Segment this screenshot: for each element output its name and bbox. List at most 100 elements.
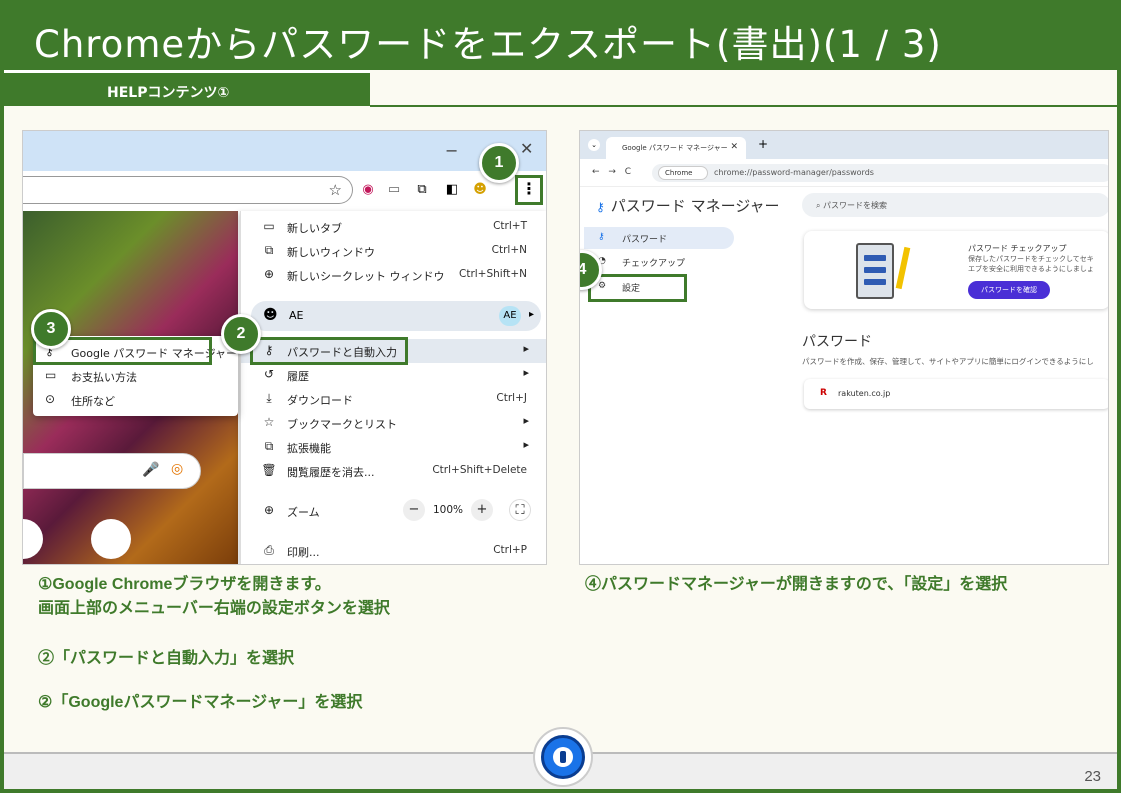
menu-item-new-window[interactable]: ⧉ 新しいウィンドウ Ctrl+N — [241, 239, 546, 263]
site-label: rakuten.co.jp — [838, 389, 891, 398]
menu-item-label: 履歴 — [287, 370, 309, 383]
menu-item-zoom: ⊕ ズーム − 100% + ⛶ — [241, 499, 546, 525]
checkup-text-line: 保存したパスワードをチェックしてセキ — [968, 255, 1094, 263]
menu-item-downloads[interactable]: ⤓ ダウンロード Ctrl+J — [241, 387, 546, 411]
address-row: ← → C Chrome chrome://password-manager/p… — [580, 159, 1108, 187]
profile-avatar-icon: ☻ — [263, 307, 278, 323]
submenu-item-payment-methods[interactable]: ▭ お支払い方法 — [33, 364, 238, 388]
slide-title: Chromeからパスワードをエクスポート(書出)(1 / 3) — [34, 23, 942, 66]
menu-profile-row[interactable]: ☻ AE AE ▸ — [251, 301, 541, 331]
highlight-step-4 — [588, 274, 687, 302]
callout-3: 3 — [31, 309, 71, 349]
address-bar[interactable]: ☆ — [23, 176, 353, 204]
new-tab-button[interactable]: + — [758, 137, 768, 151]
callout-2: 2 — [221, 314, 261, 354]
chrome-titlebar: − ✕ — [23, 131, 546, 171]
tab-title: Google パスワード マネージャー — [622, 144, 728, 152]
key-icon: ⚷ — [598, 232, 605, 242]
site-favicon-icon: R — [820, 388, 827, 398]
menu-item-shortcut: Ctrl+J — [496, 392, 527, 404]
shortcut-tile[interactable] — [91, 519, 131, 559]
url-text: chrome://password-manager/passwords — [714, 168, 874, 177]
checkup-title: パスワード チェックアップ — [968, 244, 1067, 253]
checkup-text: 保存したパスワードをチェックしてセキ エブを安全に利用できるようにしましょ — [968, 254, 1108, 274]
puzzle-icon[interactable]: ⧉ — [412, 179, 432, 201]
page-number: 23 — [1084, 768, 1101, 785]
lens-icon[interactable]: ◎ — [171, 461, 183, 477]
menu-item-clear-history[interactable]: 🗑 閲覧履歴を消去... Ctrl+Shift+Delete — [241, 459, 546, 483]
check-passwords-button[interactable]: パスワードを確認 — [968, 281, 1050, 299]
zoom-in-button[interactable]: + — [471, 499, 493, 521]
mic-icon[interactable]: 🎤 — [142, 462, 159, 478]
chevron-right-icon: ▸ — [523, 414, 529, 427]
profile-avatar-icon[interactable]: ☻ — [470, 179, 490, 201]
app-logo-icon — [533, 727, 593, 787]
password-search-input[interactable]: ⌕ パスワードを検索 — [802, 193, 1108, 217]
chrome-menu-screenshot: − ✕ ☆ ◉ ▭ ⧉ ◧ ☻ ⋮ 🎤 ◎ ▭ 新しいタブ Ctrl+T ⧉ 新… — [22, 130, 547, 565]
instruction-step-3: ②「Googleパスワードマネージャー」を選択 — [38, 694, 363, 711]
zoom-value: 100% — [433, 504, 464, 516]
close-icon[interactable]: ✕ — [730, 142, 738, 152]
menu-item-incognito[interactable]: ⊕ 新しいシークレット ウィンドウ Ctrl+Shift+N — [241, 263, 546, 287]
password-entry-row[interactable]: R rakuten.co.jp — [804, 379, 1108, 409]
url-bar[interactable]: Chrome chrome://password-manager/passwor… — [652, 164, 1108, 182]
new-tab-icon: ▭ — [263, 219, 275, 233]
nav-buttons[interactable]: ← → C — [592, 167, 631, 177]
pencil-illustration — [895, 246, 911, 290]
password-manager-brand: ⚷ パスワード マネージャー — [596, 195, 780, 216]
password-manager-screenshot: ⌄ Google パスワード マネージャー ✕ + ← → C Chrome c… — [579, 130, 1109, 565]
menu-item-bookmarks[interactable]: ☆ ブックマークとリスト ▸ — [241, 411, 546, 435]
clipboard-illustration — [856, 243, 894, 299]
menu-item-label: 新しいウィンドウ — [287, 246, 375, 259]
menu-item-shortcut: Ctrl+N — [491, 244, 527, 256]
sidebar-item-checkup[interactable]: ◔ チェックアップ — [584, 251, 734, 273]
close-button[interactable]: ✕ — [520, 139, 533, 158]
menu-item-new-tab[interactable]: ▭ 新しいタブ Ctrl+T — [241, 215, 546, 239]
chrome-menu-kebab-button[interactable]: ⋮ — [515, 175, 543, 205]
chevron-right-icon: ▸ — [523, 438, 529, 451]
instruction-step-2: ②「パスワードと自動入力」を選択 — [38, 650, 295, 667]
minimize-button[interactable]: − — [445, 141, 458, 160]
menu-item-extensions[interactable]: ⧉ 拡張機能 ▸ — [241, 435, 546, 459]
fullscreen-icon[interactable]: ⛶ — [509, 499, 531, 521]
cast-icon[interactable]: ▭ — [384, 179, 404, 201]
callout-1: 1 — [479, 143, 519, 183]
chrome-chip: Chrome — [658, 166, 708, 180]
extension-icon: ⧉ — [264, 439, 274, 453]
highlight-step-2 — [250, 337, 408, 365]
sidebar-item-passwords[interactable]: ⚷ パスワード — [584, 227, 734, 249]
extension-color-icon[interactable]: ◉ — [358, 179, 378, 201]
zoom-out-button[interactable]: − — [403, 499, 425, 521]
instruction-step-1: ①Google Chromeブラウザを開きます。 画面上部のメニューバー右端の設… — [38, 573, 390, 621]
slide: Chromeからパスワードをエクスポート(書出)(1 / 3) HELPコンテン… — [0, 0, 1121, 793]
menu-item-label: 拡張機能 — [287, 442, 331, 455]
submenu-item-addresses[interactable]: ⊙ 住所など — [33, 388, 238, 412]
menu-item-history[interactable]: ↺ 履歴 ▸ — [241, 363, 546, 387]
instruction-step-4: ④パスワードマネージャーが開きますので、「設定」を選択 — [585, 576, 1008, 593]
new-window-icon: ⧉ — [264, 243, 274, 257]
title-bar: Chromeからパスワードをエクスポート(書出)(1 / 3) — [4, 4, 1117, 70]
sidebar-item-label: チェックアップ — [622, 259, 686, 269]
submenu-item-label: 住所など — [71, 395, 115, 408]
menu-item-label: 閲覧履歴を消去... — [287, 466, 375, 479]
instruction-line: ①Google Chromeブラウザを開きます。 — [38, 576, 331, 593]
subtitle-underline — [370, 105, 1117, 107]
menu-item-print[interactable]: ⎙ 印刷... Ctrl+P — [241, 539, 546, 563]
menu-item-label: 新しいシークレット ウィンドウ — [287, 270, 445, 283]
bookmark-star-icon[interactable]: ☆ — [329, 181, 342, 199]
checkup-card: パスワード チェックアップ 保存したパスワードをチェックしてセキ エブを安全に利… — [804, 231, 1108, 309]
chevron-down-icon[interactable]: ⌄ — [588, 139, 600, 151]
chevron-right-icon: ▸ — [523, 342, 529, 355]
submenu-item-label: お支払い方法 — [71, 371, 137, 384]
google-search-box[interactable]: 🎤 ◎ — [23, 453, 201, 489]
print-icon: ⎙ — [264, 543, 274, 557]
sidepanel-icon[interactable]: ◧ — [442, 179, 462, 201]
chevron-right-icon: ▸ — [523, 366, 529, 379]
sidebar-item-label: パスワード — [622, 235, 668, 245]
browser-tab[interactable]: Google パスワード マネージャー ✕ — [606, 137, 746, 159]
menu-item-shortcut: Ctrl+T — [493, 220, 527, 232]
download-icon: ⤓ — [266, 391, 272, 405]
chevron-right-icon: ▸ — [529, 309, 535, 320]
brand-title: パスワード マネージャー — [610, 197, 780, 215]
menu-item-label: ダウンロード — [287, 394, 353, 407]
